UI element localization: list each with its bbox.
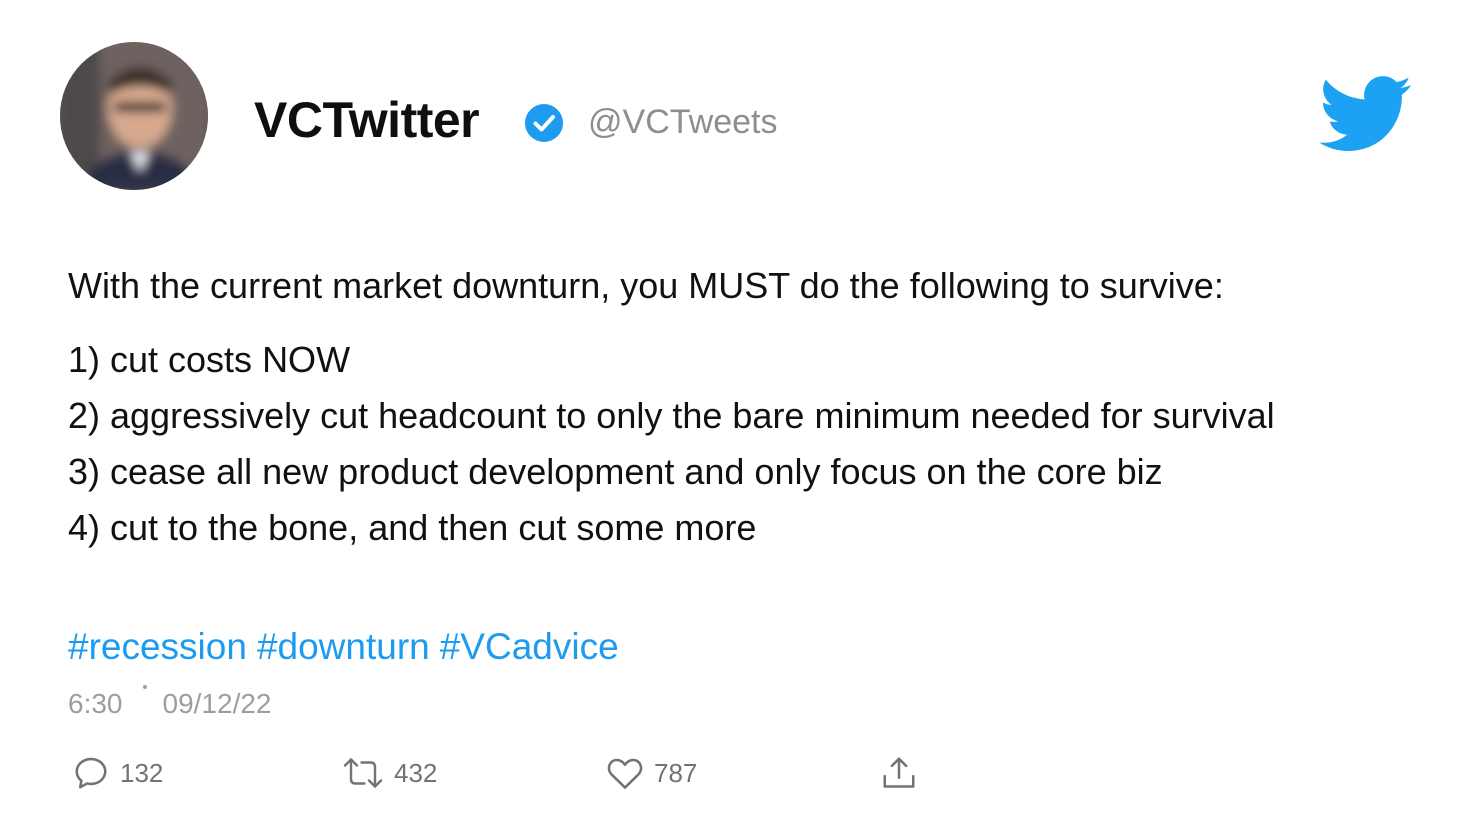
avatar-photo-icon [60,42,208,190]
reply-icon [75,757,107,789]
heart-icon [607,758,643,789]
hashtag-list: #recession #downturn #VCadvice [68,622,629,672]
like-count: 787 [654,758,698,788]
verified-badge-icon [525,104,563,142]
hashtag-link-recession[interactable]: #recession [68,626,247,667]
retweet-icon [343,758,383,788]
tweet-list-item: 2) aggressively cut headcount to only th… [68,395,1275,436]
tweet-timestamp[interactable]: 6:30 09/12/22 [68,684,272,724]
tweet-list-item: 3) cease all new product development and… [68,451,1163,492]
reply-count: 132 [120,758,164,788]
reply-button[interactable]: 132 [72,750,163,796]
tweet-time: 6:30 [68,688,123,719]
tweet-card: VCTwitter @VCTweets With the current mar… [0,0,1474,822]
hashtag-link-downturn[interactable]: #downturn [257,626,430,667]
retweet-count: 432 [394,758,438,788]
avatar[interactable] [60,42,208,190]
twitter-bird-icon [1319,76,1412,151]
tweet-list-item: 1) cut costs NOW [68,339,351,380]
author-display-name[interactable]: VCTwitter [254,92,480,148]
separator-dot [142,685,147,689]
hashtag-link-vcadvice[interactable]: #VCadvice [440,626,619,667]
tweet-actions: 132 432 787 [68,750,968,796]
tweet-date: 09/12/22 [162,688,272,719]
share-button[interactable] [880,750,918,796]
tweet-text: With the current market downturn, you MU… [68,258,1428,556]
author-handle[interactable]: @VCTweets [588,100,777,144]
share-icon [883,757,915,788]
retweet-button[interactable]: 432 [342,750,437,796]
tweet-intro: With the current market downturn, you MU… [68,265,1224,306]
tweet-list-item: 4) cut to the bone, and then cut some mo… [68,507,757,548]
like-button[interactable]: 787 [606,750,697,796]
